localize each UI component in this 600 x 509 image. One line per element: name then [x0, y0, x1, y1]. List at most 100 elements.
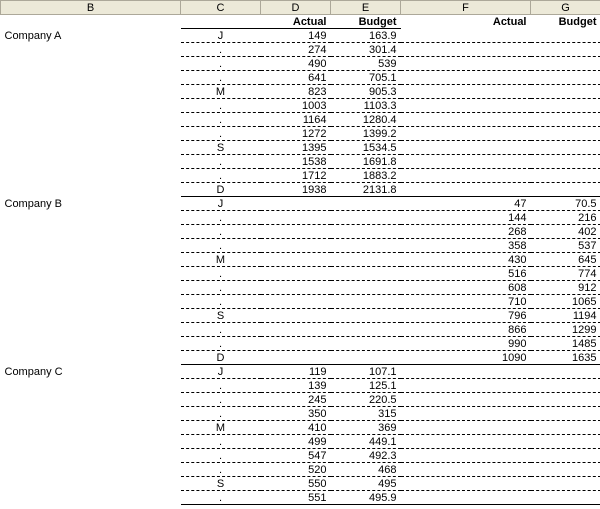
value-f[interactable]: 1090 — [401, 351, 531, 365]
value-d[interactable]: 410 — [261, 421, 331, 435]
value-g[interactable]: 1485 — [531, 337, 600, 351]
value-g[interactable]: 774 — [531, 267, 600, 281]
value-e[interactable]: 301.4 — [331, 43, 401, 57]
value-e[interactable] — [331, 281, 401, 295]
value-g[interactable]: 1065 — [531, 295, 600, 309]
value-f[interactable] — [401, 393, 531, 407]
month-label[interactable]: . — [181, 43, 261, 57]
value-e[interactable]: 369 — [331, 421, 401, 435]
value-d[interactable]: 274 — [261, 43, 331, 57]
value-g[interactable]: 912 — [531, 281, 600, 295]
company-label[interactable] — [1, 225, 181, 239]
value-f[interactable] — [401, 449, 531, 463]
header-actual-de[interactable]: Actual — [261, 15, 331, 29]
company-label[interactable] — [1, 295, 181, 309]
company-label[interactable] — [1, 435, 181, 449]
value-d[interactable]: 520 — [261, 463, 331, 477]
month-label[interactable]: J — [181, 365, 261, 379]
value-d[interactable] — [261, 197, 331, 211]
value-g[interactable] — [531, 127, 600, 141]
month-label[interactable]: . — [181, 57, 261, 71]
value-d[interactable] — [261, 239, 331, 253]
value-d[interactable]: 1164 — [261, 113, 331, 127]
value-d[interactable]: 823 — [261, 85, 331, 99]
value-e[interactable]: 1103.3 — [331, 99, 401, 113]
value-e[interactable]: 468 — [331, 463, 401, 477]
value-f[interactable] — [401, 435, 531, 449]
company-label[interactable] — [1, 253, 181, 267]
value-e[interactable]: 220.5 — [331, 393, 401, 407]
value-d[interactable] — [261, 309, 331, 323]
value-f[interactable] — [401, 477, 531, 491]
value-g[interactable] — [531, 43, 600, 57]
month-label[interactable]: . — [181, 155, 261, 169]
value-g[interactable] — [531, 71, 600, 85]
company-label[interactable] — [1, 393, 181, 407]
value-g[interactable] — [531, 29, 600, 43]
company-label[interactable] — [1, 155, 181, 169]
company-label[interactable] — [1, 113, 181, 127]
value-f[interactable]: 796 — [401, 309, 531, 323]
value-d[interactable] — [261, 295, 331, 309]
value-g[interactable] — [531, 421, 600, 435]
month-label[interactable]: . — [181, 295, 261, 309]
value-g[interactable]: 537 — [531, 239, 600, 253]
value-g[interactable] — [531, 379, 600, 393]
value-d[interactable] — [261, 323, 331, 337]
value-e[interactable] — [331, 323, 401, 337]
value-d[interactable]: 1003 — [261, 99, 331, 113]
company-label[interactable] — [1, 477, 181, 491]
value-g[interactable] — [531, 449, 600, 463]
value-e[interactable]: 449.1 — [331, 435, 401, 449]
cell-empty[interactable] — [181, 15, 261, 29]
month-label[interactable]: . — [181, 337, 261, 351]
month-label[interactable]: . — [181, 463, 261, 477]
company-label[interactable] — [1, 351, 181, 365]
value-e[interactable]: 315 — [331, 407, 401, 421]
value-g[interactable] — [531, 477, 600, 491]
month-label[interactable]: J — [181, 29, 261, 43]
col-header-B[interactable]: B — [1, 1, 181, 15]
value-g[interactable] — [531, 141, 600, 155]
company-label[interactable] — [1, 57, 181, 71]
value-f[interactable] — [401, 155, 531, 169]
col-header-E[interactable]: E — [331, 1, 401, 15]
value-f[interactable] — [401, 365, 531, 379]
col-header-F[interactable]: F — [401, 1, 531, 15]
value-g[interactable]: 1299 — [531, 323, 600, 337]
value-f[interactable]: 430 — [401, 253, 531, 267]
company-label[interactable] — [1, 127, 181, 141]
value-f[interactable]: 866 — [401, 323, 531, 337]
value-f[interactable] — [401, 29, 531, 43]
value-g[interactable] — [531, 183, 600, 197]
month-label[interactable]: . — [181, 211, 261, 225]
value-f[interactable]: 47 — [401, 197, 531, 211]
month-label[interactable]: . — [181, 393, 261, 407]
value-f[interactable] — [401, 141, 531, 155]
month-label[interactable]: . — [181, 239, 261, 253]
company-label[interactable]: Company B — [1, 197, 181, 211]
value-d[interactable] — [261, 351, 331, 365]
value-d[interactable]: 1938 — [261, 183, 331, 197]
month-label[interactable]: S — [181, 141, 261, 155]
company-label[interactable] — [1, 421, 181, 435]
month-label[interactable]: J — [181, 197, 261, 211]
month-label[interactable]: D — [181, 183, 261, 197]
value-f[interactable] — [401, 85, 531, 99]
value-d[interactable] — [261, 267, 331, 281]
value-e[interactable]: 705.1 — [331, 71, 401, 85]
value-g[interactable] — [531, 57, 600, 71]
value-f[interactable] — [401, 169, 531, 183]
header-budget-fg[interactable]: Budget — [531, 15, 600, 29]
month-label[interactable]: M — [181, 421, 261, 435]
value-f[interactable] — [401, 379, 531, 393]
value-g[interactable] — [531, 169, 600, 183]
value-e[interactable] — [331, 351, 401, 365]
value-e[interactable]: 495.9 — [331, 491, 401, 505]
month-label[interactable]: . — [181, 379, 261, 393]
value-g[interactable] — [531, 85, 600, 99]
company-label[interactable] — [1, 407, 181, 421]
value-e[interactable]: 1534.5 — [331, 141, 401, 155]
value-f[interactable] — [401, 463, 531, 477]
value-f[interactable]: 516 — [401, 267, 531, 281]
